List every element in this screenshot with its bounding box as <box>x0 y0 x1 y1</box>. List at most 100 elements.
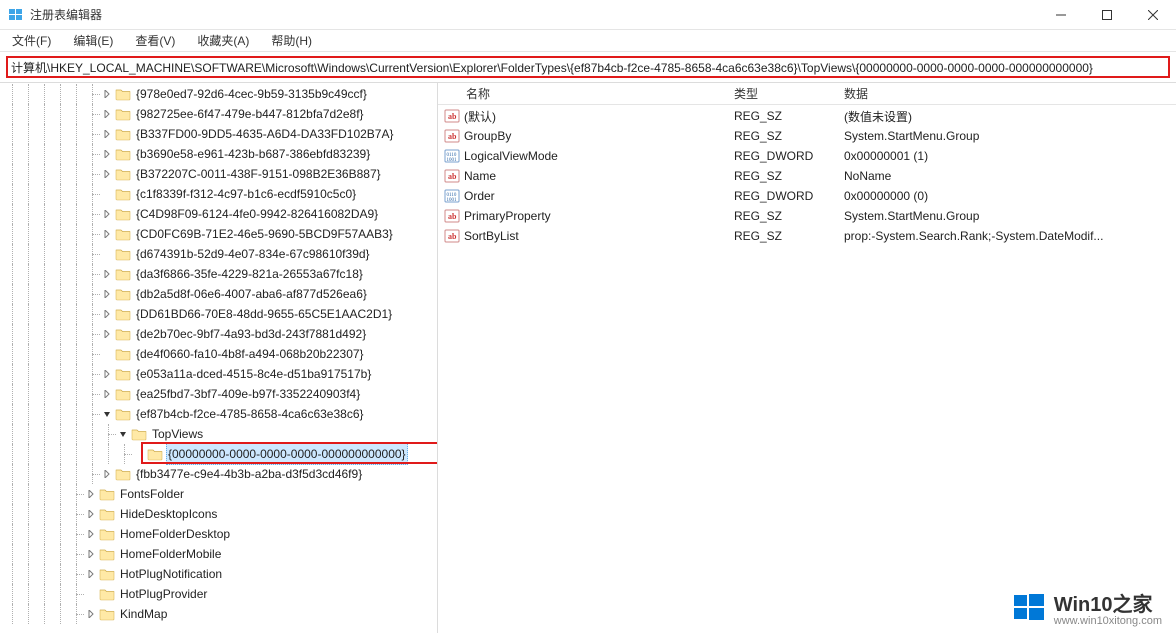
tree-pane[interactable]: {978e0ed7-92d6-4cec-9b59-3135b9c49ccf}{9… <box>0 83 438 633</box>
value-type: REG_DWORD <box>728 189 838 203</box>
chevron-right-icon[interactable] <box>100 127 114 141</box>
value-row[interactable]: OrderREG_DWORD0x00000000 (0) <box>438 186 1176 206</box>
chevron-right-icon[interactable] <box>100 307 114 321</box>
tree-item[interactable]: {da3f6866-35fe-4229-821a-26553a67fc18} <box>4 264 437 284</box>
watermark-url: www.win10xitong.com <box>1054 615 1162 627</box>
folder-icon <box>115 367 131 381</box>
value-row[interactable]: (默认)REG_SZ(数值未设置) <box>438 106 1176 126</box>
folder-icon <box>115 127 131 141</box>
tree-item[interactable]: {982725ee-6f47-479e-b447-812bfa7d2e8f} <box>4 104 437 124</box>
menu-bar: 文件(F) 编辑(E) 查看(V) 收藏夹(A) 帮助(H) <box>0 30 1176 52</box>
value-row[interactable]: NameREG_SZNoName <box>438 166 1176 186</box>
tree-item[interactable]: {b3690e58-e961-423b-b687-386ebfd83239} <box>4 144 437 164</box>
tree-item-label: KindMap <box>118 604 169 624</box>
chevron-right-icon[interactable] <box>84 607 98 621</box>
string-value-icon <box>444 208 460 224</box>
chevron-right-icon[interactable] <box>100 87 114 101</box>
chevron-right-icon[interactable] <box>100 467 114 481</box>
tree-item[interactable]: {de2b70ec-9bf7-4a93-bd3d-243f7881d492} <box>4 324 437 344</box>
value-row[interactable]: GroupByREG_SZSystem.StartMenu.Group <box>438 126 1176 146</box>
string-value-icon <box>444 128 460 144</box>
folder-icon <box>115 167 131 181</box>
chevron-down-icon[interactable] <box>116 427 130 441</box>
value-name: Order <box>464 189 728 203</box>
chevron-right-icon[interactable] <box>84 547 98 561</box>
tree-item[interactable]: {c1f8339f-f312-4c97-b1c6-ecdf5910c5c0} <box>4 184 437 204</box>
menu-file[interactable]: 文件(F) <box>6 30 57 51</box>
content-area: {978e0ed7-92d6-4cec-9b59-3135b9c49ccf}{9… <box>0 82 1176 633</box>
tree-item-label: {DD61BD66-70E8-48dd-9655-65C5E1AAC2D1} <box>134 304 394 324</box>
tree-item[interactable]: {ea25fbd7-3bf7-409e-b97f-3352240903f4} <box>4 384 437 404</box>
tree-item[interactable]: {db2a5d8f-06e6-4007-aba6-af877d526ea6} <box>4 284 437 304</box>
tree-item[interactable]: {e053a11a-dced-4515-8c4e-d51ba917517b} <box>4 364 437 384</box>
tree-item[interactable]: TopViews <box>4 424 437 444</box>
chevron-right-icon[interactable] <box>100 327 114 341</box>
chevron-right-icon[interactable] <box>100 147 114 161</box>
maximize-button[interactable] <box>1084 0 1130 30</box>
tree-item-label: {C4D98F09-6124-4fe0-9942-826416082DA9} <box>134 204 380 224</box>
tree-item[interactable]: HotPlugProvider <box>4 584 437 604</box>
tree-item[interactable]: FontsFolder <box>4 484 437 504</box>
tree-item[interactable]: {00000000-0000-0000-0000-000000000000} <box>4 444 437 464</box>
tree-item[interactable]: {DD61BD66-70E8-48dd-9655-65C5E1AAC2D1} <box>4 304 437 324</box>
col-header-name[interactable]: 名称 <box>438 85 728 102</box>
folder-icon <box>115 467 131 481</box>
menu-view[interactable]: 查看(V) <box>129 30 181 51</box>
tree-item[interactable]: {ef87b4cb-f2ce-4785-8658-4ca6c63e38c6} <box>4 404 437 424</box>
tree-item[interactable]: HideDesktopIcons <box>4 504 437 524</box>
value-row[interactable]: SortByListREG_SZprop:-System.Search.Rank… <box>438 226 1176 246</box>
chevron-right-icon[interactable] <box>100 207 114 221</box>
menu-help[interactable]: 帮助(H) <box>265 30 318 51</box>
chevron-right-icon[interactable] <box>100 167 114 181</box>
chevron-down-icon[interactable] <box>100 407 114 421</box>
value-data: System.StartMenu.Group <box>838 209 1176 223</box>
string-value-icon <box>444 108 460 124</box>
close-button[interactable] <box>1130 0 1176 30</box>
minimize-button[interactable] <box>1038 0 1084 30</box>
address-bar[interactable]: 计算机\HKEY_LOCAL_MACHINE\SOFTWARE\Microsof… <box>6 56 1170 78</box>
tree-item[interactable]: {B337FD00-9DD5-4635-A6D4-DA33FD102B7A} <box>4 124 437 144</box>
tree-item[interactable]: {d674391b-52d9-4e07-834e-67c98610f39d} <box>4 244 437 264</box>
folder-icon <box>147 447 163 461</box>
values-header: 名称 类型 数据 <box>438 83 1176 105</box>
tree-item[interactable]: HomeFolderMobile <box>4 544 437 564</box>
chevron-right-icon[interactable] <box>84 527 98 541</box>
tree-item[interactable]: {978e0ed7-92d6-4cec-9b59-3135b9c49ccf} <box>4 84 437 104</box>
col-header-type[interactable]: 类型 <box>728 85 838 102</box>
tree-item[interactable]: {CD0FC69B-71E2-46e5-9690-5BCD9F57AAB3} <box>4 224 437 244</box>
chevron-right-icon[interactable] <box>100 387 114 401</box>
tree-item[interactable]: HomeFolderDesktop <box>4 524 437 544</box>
tree-item-label: {B372207C-0011-438F-9151-098B2E36B887} <box>134 164 383 184</box>
tree-item[interactable]: KindMap <box>4 604 437 624</box>
chevron-right-icon[interactable] <box>100 107 114 121</box>
tree-item[interactable]: {fbb3477e-c9e4-4b3b-a2ba-d3f5d3cd46f9} <box>4 464 437 484</box>
tree-item[interactable]: {C4D98F09-6124-4fe0-9942-826416082DA9} <box>4 204 437 224</box>
chevron-right-icon[interactable] <box>84 487 98 501</box>
tree-item[interactable]: HotPlugNotification <box>4 564 437 584</box>
folder-icon <box>115 287 131 301</box>
folder-icon <box>115 387 131 401</box>
chevron-right-icon[interactable] <box>84 507 98 521</box>
folder-icon <box>99 487 115 501</box>
folder-icon <box>115 327 131 341</box>
menu-edit[interactable]: 编辑(E) <box>67 30 119 51</box>
menu-favorites[interactable]: 收藏夹(A) <box>191 30 255 51</box>
tree-item[interactable]: {de4f0660-fa10-4b8f-a494-068b20b22307} <box>4 344 437 364</box>
value-type: REG_DWORD <box>728 149 838 163</box>
chevron-right-icon[interactable] <box>100 367 114 381</box>
string-value-icon <box>444 228 460 244</box>
tree-item-label: {ef87b4cb-f2ce-4785-8658-4ca6c63e38c6} <box>134 404 366 424</box>
value-row[interactable]: PrimaryPropertyREG_SZSystem.StartMenu.Gr… <box>438 206 1176 226</box>
tree-item-label: {e053a11a-dced-4515-8c4e-d51ba917517b} <box>134 364 373 384</box>
watermark-title: Win10之家 <box>1054 588 1162 617</box>
tree-item[interactable]: {B372207C-0011-438F-9151-098B2E36B887} <box>4 164 437 184</box>
chevron-right-icon[interactable] <box>84 567 98 581</box>
col-header-data[interactable]: 数据 <box>838 85 1176 102</box>
value-row[interactable]: LogicalViewModeREG_DWORD0x00000001 (1) <box>438 146 1176 166</box>
tree-item-label: {978e0ed7-92d6-4cec-9b59-3135b9c49ccf} <box>134 84 369 104</box>
chevron-right-icon[interactable] <box>100 287 114 301</box>
values-pane[interactable]: 名称 类型 数据 (默认)REG_SZ(数值未设置)GroupByREG_SZS… <box>438 83 1176 633</box>
folder-icon <box>115 207 131 221</box>
chevron-right-icon[interactable] <box>100 267 114 281</box>
chevron-right-icon[interactable] <box>100 227 114 241</box>
